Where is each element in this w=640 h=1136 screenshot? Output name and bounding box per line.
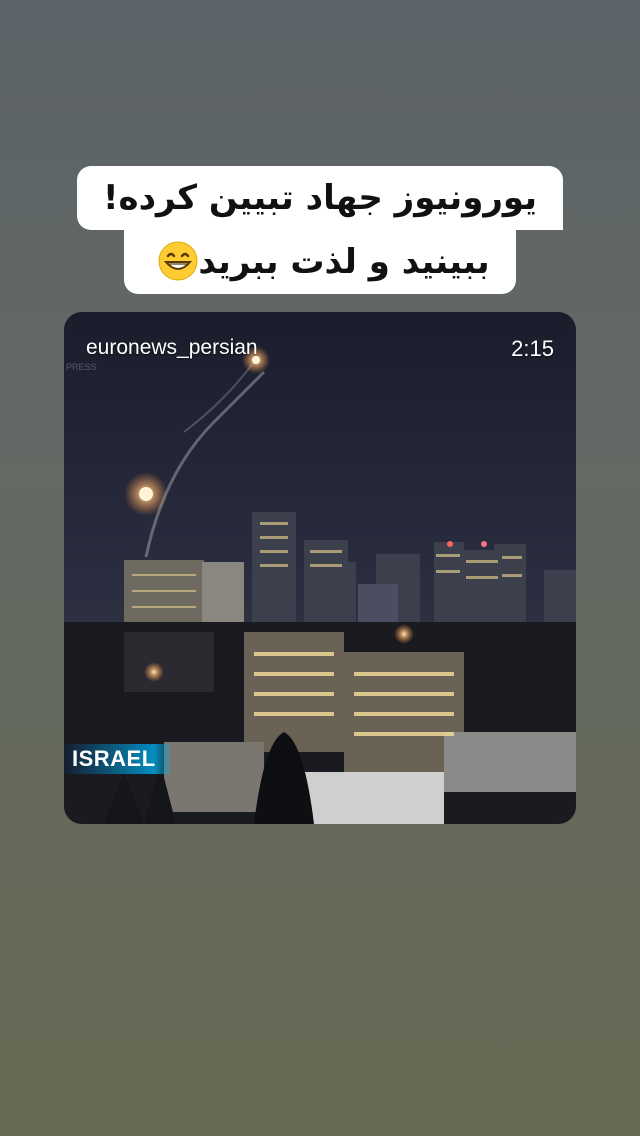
story-caption: یورونیوز جهاد تبیین کرده! ببینید و لذت ب…	[0, 166, 640, 294]
video-username[interactable]: euronews_persian	[86, 336, 258, 360]
caption-line-2: ببینید و لذت ببرید	[198, 242, 490, 282]
caption-line-1: یورونیوز جهاد تبیین کرده!	[77, 166, 563, 230]
video-watermark: PRESS	[66, 362, 97, 372]
caption-line-2-wrapper: ببینید و لذت ببرید	[124, 230, 516, 294]
grinning-face-icon	[158, 241, 198, 280]
video-duration: 2:15	[511, 336, 554, 361]
video-post-card[interactable]: PRESS euronews_persian 2:15 ISRAEL	[64, 312, 576, 824]
location-tag: ISRAEL	[64, 744, 170, 774]
